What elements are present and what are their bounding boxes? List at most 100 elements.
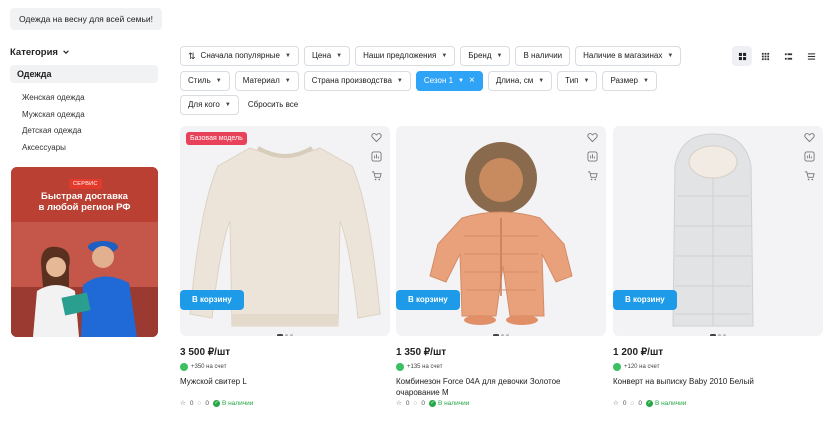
- product-bonus: +120 на счет: [613, 362, 823, 371]
- filter-price[interactable]: Цена ▼: [303, 46, 351, 66]
- product-meta: ☆ 0 ◌ 0 ✓ В наличии: [613, 398, 823, 408]
- product-name[interactable]: Конверт на выписку Baby 2010 Белый: [613, 376, 823, 398]
- comment-count: 0: [638, 399, 642, 407]
- filter-in-stores[interactable]: Наличие в магазинах ▼: [575, 46, 682, 66]
- category-list: Женская одежда Мужская одежда Детская од…: [10, 90, 158, 156]
- product-name[interactable]: Комбинезон Force 04А для девочки Золотое…: [396, 376, 606, 398]
- heart-icon[interactable]: [804, 132, 815, 143]
- filter-offers-label: Наши предложения: [363, 51, 437, 60]
- filter-row-2: Стиль ▼ Материал ▼ Страна производства ▼…: [180, 71, 657, 91]
- compare-icon[interactable]: [804, 151, 815, 162]
- product-card[interactable]: Базовая модель 3 500 ₽/шт +350 на счет М…: [180, 126, 390, 408]
- view-list-button[interactable]: [778, 46, 798, 66]
- promo-chip[interactable]: Одежда на весну для всей семьи!: [10, 8, 162, 30]
- filter-style[interactable]: Стиль ▼: [180, 71, 230, 91]
- product-bonus: +135 на счет: [396, 362, 606, 371]
- filter-size[interactable]: Размер ▼: [602, 71, 657, 91]
- product-actions: [371, 132, 382, 181]
- catalog-page: Одежда на весну для всей семьи! Категори…: [0, 0, 832, 445]
- cart-add-icon[interactable]: [804, 170, 815, 181]
- view-grid-large-button[interactable]: [732, 46, 752, 66]
- bonus-text: +350 на счет: [191, 363, 227, 370]
- caret-down-icon: ▼: [496, 53, 503, 59]
- product-tag: Базовая модель: [186, 132, 247, 145]
- caret-down-icon: ▼: [224, 102, 231, 108]
- view-grid-small-button[interactable]: [755, 46, 775, 66]
- stock-status: ✓ В наличии: [212, 399, 253, 407]
- filter-for-whom[interactable]: Для кого ▼: [180, 95, 239, 115]
- check-icon: ✓: [428, 399, 436, 407]
- filter-type-label: Тип: [565, 76, 579, 85]
- heart-icon[interactable]: [371, 132, 382, 143]
- category-item-women[interactable]: Женская одежда: [22, 90, 158, 107]
- caret-down-icon: ▼: [583, 78, 590, 84]
- add-to-cart-button[interactable]: В корзину: [180, 290, 244, 310]
- image-pagination: [396, 334, 606, 336]
- reset-filters-button[interactable]: Сбросить все: [243, 95, 303, 115]
- caret-down-icon: ▼: [538, 78, 545, 84]
- sort-dropdown[interactable]: ⇅ Сначала популярные ▼: [180, 46, 299, 66]
- star-icon: ☆: [613, 400, 619, 407]
- product-price: 1 350 ₽/шт: [396, 347, 447, 358]
- category-item-kids[interactable]: Детская одежда: [22, 123, 158, 140]
- filter-season-label: Сезон 1: [423, 76, 454, 85]
- grid-large-icon: [738, 52, 746, 60]
- bonus-text: +135 на счет: [407, 363, 443, 370]
- filter-offers[interactable]: Наши предложения ▼: [355, 46, 456, 66]
- category-dropdown[interactable]: Категория: [10, 44, 158, 60]
- category-item-men[interactable]: Мужская одежда: [22, 107, 158, 124]
- sort-icon: ⇅: [188, 51, 195, 61]
- compare-icon[interactable]: [371, 151, 382, 162]
- caret-down-icon: ▼: [336, 53, 343, 59]
- category-active[interactable]: Одежда: [10, 65, 158, 83]
- compare-icon[interactable]: [587, 151, 598, 162]
- sidebar: Категория Одежда Женская одежда Мужская …: [10, 44, 158, 156]
- caret-down-icon: ▼: [284, 78, 291, 84]
- view-toggles: [732, 46, 821, 66]
- list-detailed-icon: [784, 52, 792, 60]
- product-actions: [804, 132, 815, 181]
- product-actions: [587, 132, 598, 181]
- chevron-down-icon: [63, 50, 69, 55]
- view-compact-list-button[interactable]: [801, 46, 821, 66]
- filter-in-stock[interactable]: В наличии: [515, 46, 571, 66]
- filter-length[interactable]: Длина, см ▼: [487, 71, 553, 91]
- product-name[interactable]: Мужской свитер L: [180, 376, 390, 398]
- product-card[interactable]: 1 200 ₽/шт +120 на счет Конверт на выпис…: [613, 126, 823, 408]
- stock-label: В наличии: [654, 399, 687, 407]
- rating-count: 0: [405, 399, 410, 407]
- filter-brand-label: Бренд: [468, 51, 492, 60]
- comment-count: 0: [421, 399, 425, 407]
- category-heading: Категория: [10, 46, 58, 58]
- filter-material[interactable]: Материал ▼: [234, 71, 299, 91]
- filter-brand[interactable]: Бренд ▼: [460, 46, 511, 66]
- caret-down-icon: ▼: [396, 78, 403, 84]
- check-icon: ✓: [212, 399, 220, 407]
- rating-count: 0: [622, 399, 627, 407]
- comment-icon: ◌: [413, 399, 418, 407]
- filter-style-label: Стиль: [188, 76, 211, 85]
- filter-season[interactable]: Сезон 1 ▼ ×: [415, 71, 483, 91]
- category-item-accessories[interactable]: Аксессуары: [22, 140, 158, 157]
- delivery-banner[interactable]: СЕРВИС Быстрая доставка в любой регион Р…: [11, 167, 158, 337]
- heart-icon[interactable]: [587, 132, 598, 143]
- cart-add-icon[interactable]: [371, 170, 382, 181]
- product-price: 3 500 ₽/шт: [180, 347, 231, 358]
- sort-label: Сначала популярные: [200, 51, 280, 60]
- stock-status: ✓ В наличии: [645, 399, 687, 407]
- star-icon: ☆: [396, 400, 402, 407]
- filter-country[interactable]: Страна производства ▼: [303, 71, 411, 91]
- clear-filter-icon[interactable]: ×: [469, 76, 475, 86]
- stock-status: ✓ В наличии: [428, 399, 469, 407]
- filter-type[interactable]: Тип ▼: [557, 71, 598, 91]
- add-to-cart-button[interactable]: В корзину: [613, 290, 677, 310]
- product-card[interactable]: 1 350 ₽/шт +135 на счет Комбинезон Force…: [396, 126, 606, 408]
- bonus-icon: [396, 362, 404, 371]
- caret-down-icon: ▼: [458, 78, 464, 84]
- comment-icon: ◌: [197, 399, 202, 407]
- banner-badge: СЕРВИС: [69, 179, 102, 189]
- filter-row-3: Для кого ▼ Сбросить все: [180, 95, 303, 115]
- cart-add-icon[interactable]: [587, 170, 598, 181]
- filter-row-1: ⇅ Сначала популярные ▼ Цена ▼ Наши предл…: [180, 46, 682, 66]
- add-to-cart-button[interactable]: В корзину: [396, 290, 460, 310]
